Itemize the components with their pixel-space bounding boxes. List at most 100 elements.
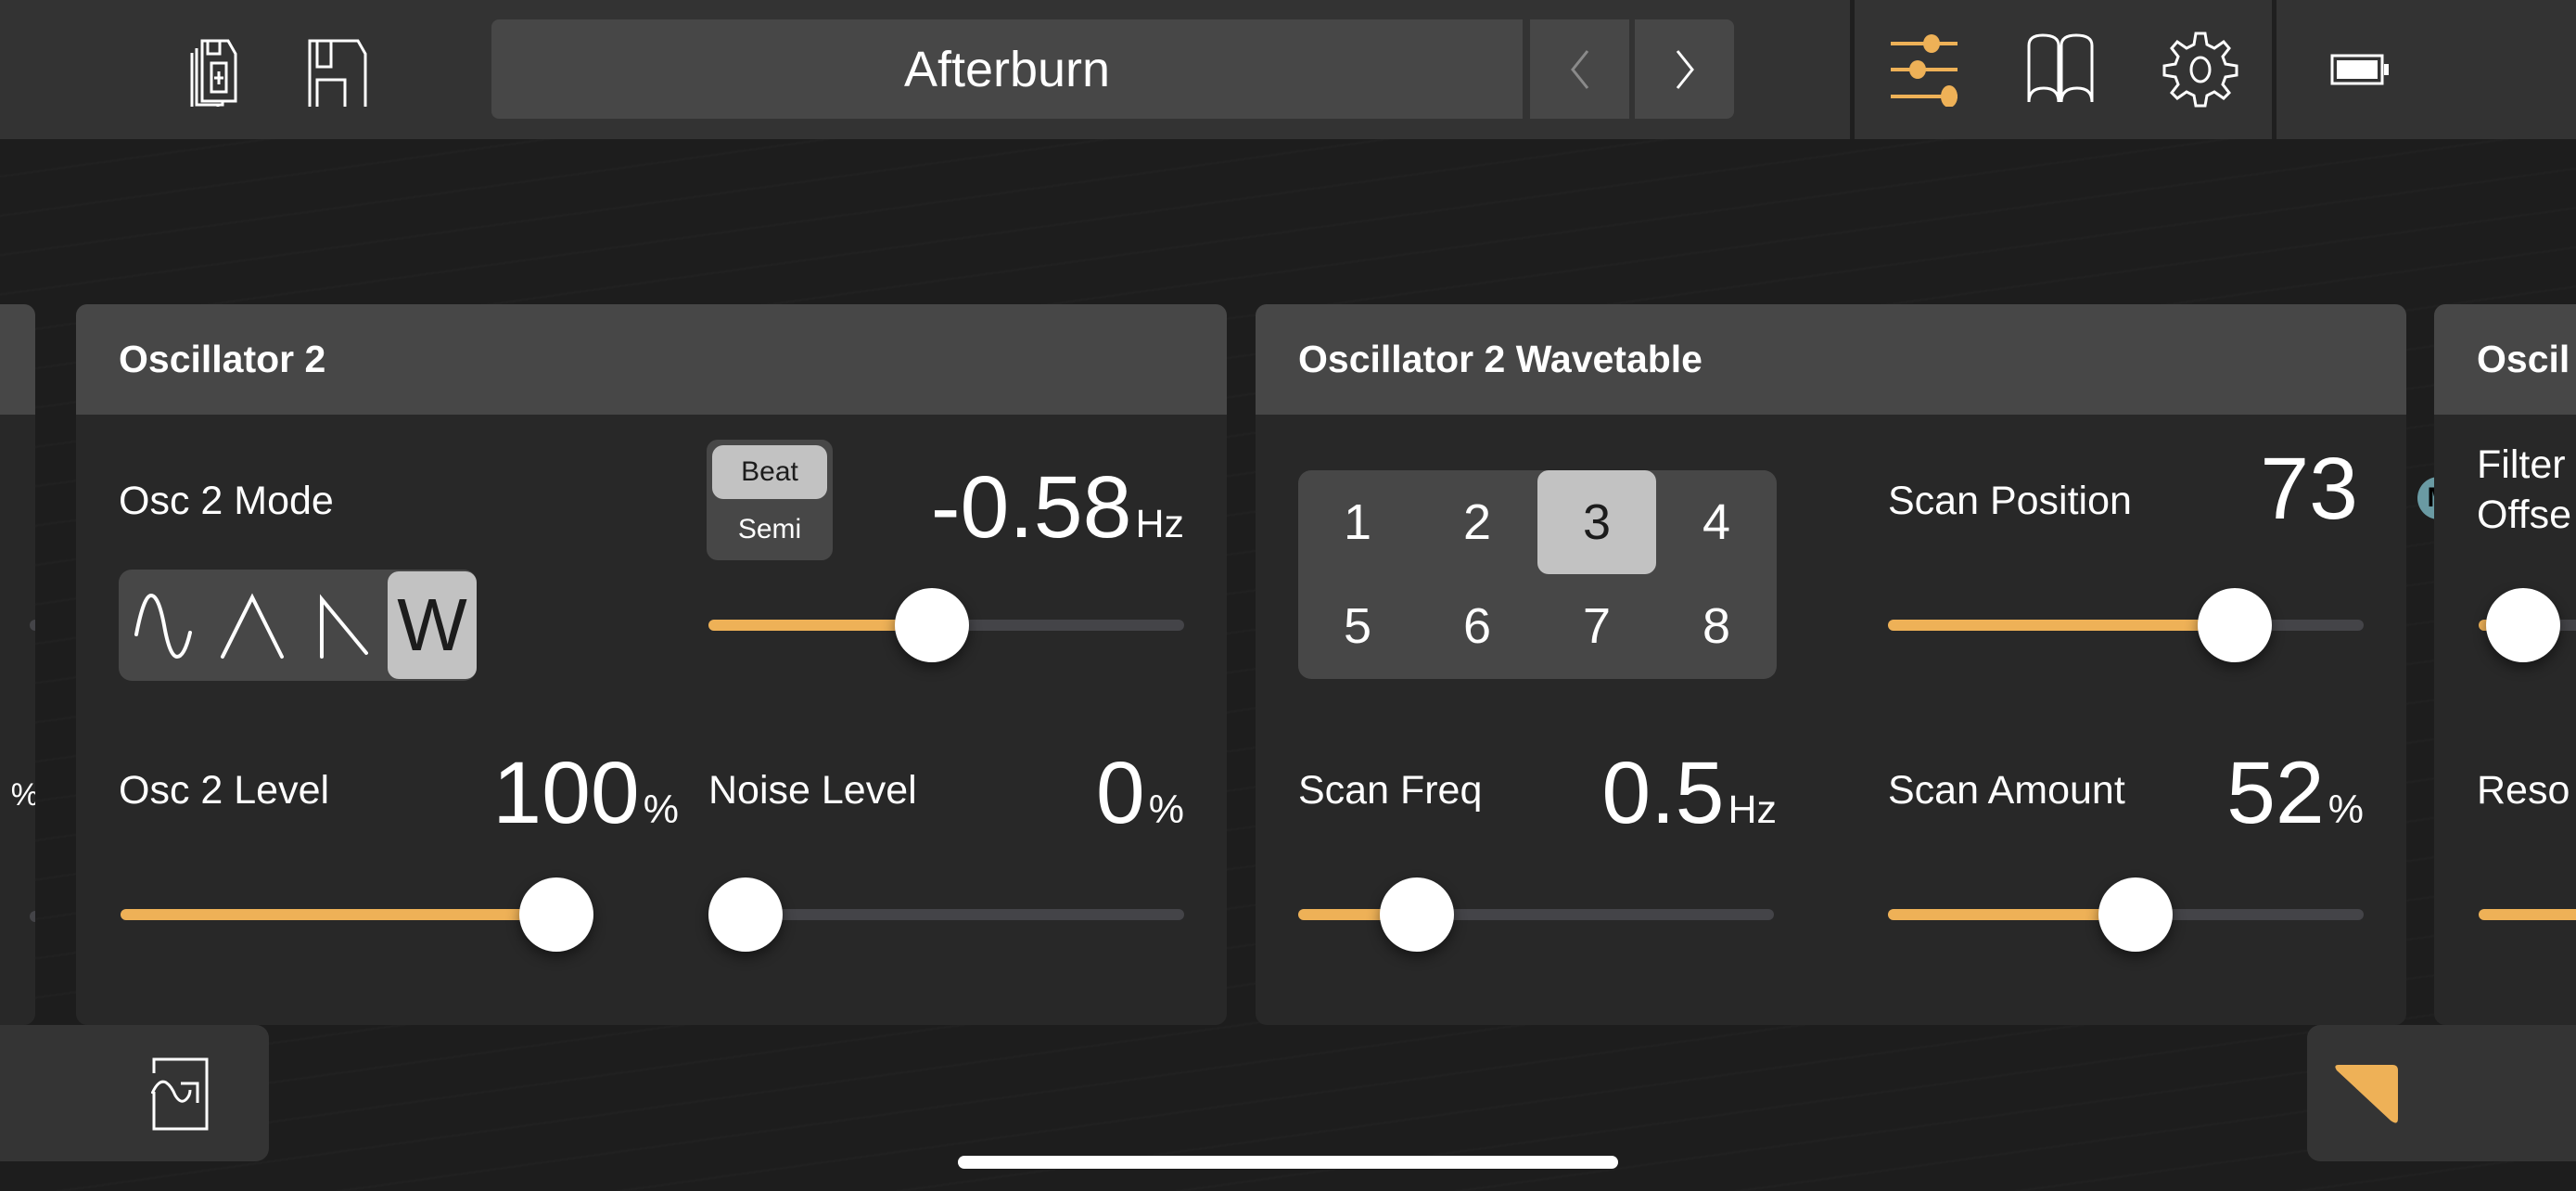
tune-mode-toggle: Beat Semi xyxy=(707,440,833,560)
filter-offset-label-line1: Filter xyxy=(2477,442,2566,487)
scan-position-number: 73 xyxy=(2260,440,2358,538)
chevron-left-icon xyxy=(1570,49,1588,89)
slider-thumb[interactable] xyxy=(1380,877,1455,952)
osc-mode-label: Osc 2 Mode xyxy=(119,479,334,523)
scan-freq-number: 0.5 xyxy=(1601,744,1725,842)
scan-position-slider[interactable] xyxy=(1888,588,2364,662)
wavetable-button-label: 5 xyxy=(1343,598,1372,654)
preset-name-field[interactable]: Afterburn xyxy=(491,19,1523,119)
noise-level-unit: % xyxy=(1148,788,1184,832)
wavetable-button-label: 7 xyxy=(1582,598,1612,654)
panel-header: Oscil xyxy=(2434,304,2576,415)
battery-status xyxy=(2326,42,2400,97)
osc-level-label: Osc 2 Level xyxy=(119,768,330,813)
slider-track-fragment xyxy=(30,620,35,631)
scan-freq-slider[interactable] xyxy=(1298,877,1774,952)
panel-header: Oscillator 2 Wavetable xyxy=(1256,304,2406,415)
wavetable-button-6[interactable]: 6 xyxy=(1418,574,1537,678)
osc-mode-selector: W xyxy=(119,570,477,681)
copy-preset-icon xyxy=(190,39,237,107)
scan-position-label: Scan Position xyxy=(1888,479,2132,523)
slider-track-fragment xyxy=(30,911,35,922)
tune-mode-beat[interactable]: Beat xyxy=(712,445,827,499)
wavetable-button-7[interactable]: 7 xyxy=(1537,574,1656,678)
tune-unit: Hz xyxy=(1135,502,1184,546)
tune-mode-semi[interactable]: Semi xyxy=(712,503,827,557)
wavetable-button-8[interactable]: 8 xyxy=(1657,574,1776,678)
noise-level-number: 0 xyxy=(1095,744,1145,842)
wavetable-button-label: 3 xyxy=(1582,494,1612,550)
expand-keyboard-button[interactable] xyxy=(2307,1025,2576,1161)
controls-view-button[interactable] xyxy=(1882,28,1966,111)
panel-header: Oscillator 2 xyxy=(76,304,1227,415)
battery-icon xyxy=(2330,54,2389,85)
sliders-icon xyxy=(1891,34,1958,107)
wave-expand-icon xyxy=(151,1057,209,1131)
tune-slider[interactable] xyxy=(708,588,1184,662)
next-preset-button[interactable] xyxy=(1635,19,1734,119)
home-indicator[interactable] xyxy=(958,1156,1618,1169)
saw-wave-icon xyxy=(320,594,368,659)
book-icon xyxy=(2027,33,2094,103)
oscillator-2-wavetable-panel: Oscillator 2 Wavetable 1 2 3 4 5 6 7 8 Scan Pos… xyxy=(1256,304,2406,1025)
mode-wavetable-button[interactable]: W xyxy=(388,571,477,679)
wavetable-button-4[interactable]: 4 xyxy=(1657,470,1776,574)
copy-preset-button[interactable] xyxy=(176,28,260,111)
osc-level-slider[interactable] xyxy=(121,877,593,952)
manual-button[interactable] xyxy=(2020,28,2103,111)
oscillator-2-panel: Oscillator 2 Osc 2 Mode W Beat Semi -0.5… xyxy=(76,304,1227,1025)
wavetable-button-1[interactable]: 1 xyxy=(1298,470,1417,574)
wavetable-button-2[interactable]: 2 xyxy=(1418,470,1537,574)
corner-triangle-icon xyxy=(2335,1065,2398,1123)
beat-label: Beat xyxy=(741,456,798,487)
settings-button[interactable] xyxy=(2159,28,2242,111)
slider-fill xyxy=(1888,620,2236,631)
osc-level-number: 100 xyxy=(492,744,640,842)
wavetable-button-5[interactable]: 5 xyxy=(1298,574,1417,678)
mode-triangle-button[interactable] xyxy=(208,570,297,681)
filter-offset-slider[interactable] xyxy=(2479,588,2576,662)
slider-thumb[interactable] xyxy=(708,877,783,952)
save-button[interactable] xyxy=(302,28,386,111)
resonance-slider[interactable] xyxy=(2479,877,2576,952)
scan-freq-unit: Hz xyxy=(1728,788,1777,832)
osc-level-value: 100% xyxy=(410,749,679,838)
scan-amount-value: 52% xyxy=(2226,749,2364,838)
noise-level-slider[interactable] xyxy=(708,877,1184,952)
sine-wave-icon xyxy=(134,593,192,660)
slider-fill xyxy=(2479,909,2576,920)
scan-position-value: 73 xyxy=(2260,445,2358,533)
mode-saw-button[interactable] xyxy=(297,570,386,681)
slider-thumb[interactable] xyxy=(2198,588,2273,662)
slider-thumb[interactable] xyxy=(2486,588,2560,662)
scan-amount-slider[interactable] xyxy=(1888,877,2364,952)
mode-sine-button[interactable] xyxy=(119,570,208,681)
wavetable-button-label: 4 xyxy=(1702,494,1731,550)
scan-freq-value: 0.5Hz xyxy=(1534,749,1777,838)
toolbar-divider xyxy=(1850,0,1855,139)
wavetable-selector: 1 2 3 4 5 6 7 8 xyxy=(1298,470,1777,679)
tune-value: -0.58Hz xyxy=(931,464,1184,552)
tune-number: -0.58 xyxy=(930,458,1132,557)
wavetable-button-label: 1 xyxy=(1343,494,1372,550)
scan-amount-unit: % xyxy=(2327,788,2364,832)
slider-thumb[interactable] xyxy=(2098,877,2173,952)
mode-wavetable-label: W xyxy=(397,583,467,666)
slider-thumb[interactable] xyxy=(895,588,970,662)
panel-title: Oscil xyxy=(2477,338,2570,380)
wave-view-button[interactable] xyxy=(0,1025,269,1161)
filter-offset-label: Filter Offse xyxy=(2477,440,2571,540)
osc-level-unit: % xyxy=(643,788,679,832)
toolbar-divider xyxy=(2272,0,2276,139)
semi-label: Semi xyxy=(737,514,802,544)
panel-title: Oscillator 2 Wavetable xyxy=(1298,338,1702,380)
scan-amount-label: Scan Amount xyxy=(1888,768,2125,813)
wavetable-button-3[interactable]: 3 xyxy=(1537,470,1656,574)
gear-icon xyxy=(2162,32,2238,108)
chevron-right-icon xyxy=(1676,49,1694,89)
top-toolbar: Afterburn xyxy=(0,0,2576,139)
slider-thumb[interactable] xyxy=(519,877,593,952)
previous-preset-button[interactable] xyxy=(1530,19,1629,119)
save-icon xyxy=(308,39,367,107)
wavetable-button-label: 6 xyxy=(1462,598,1492,654)
